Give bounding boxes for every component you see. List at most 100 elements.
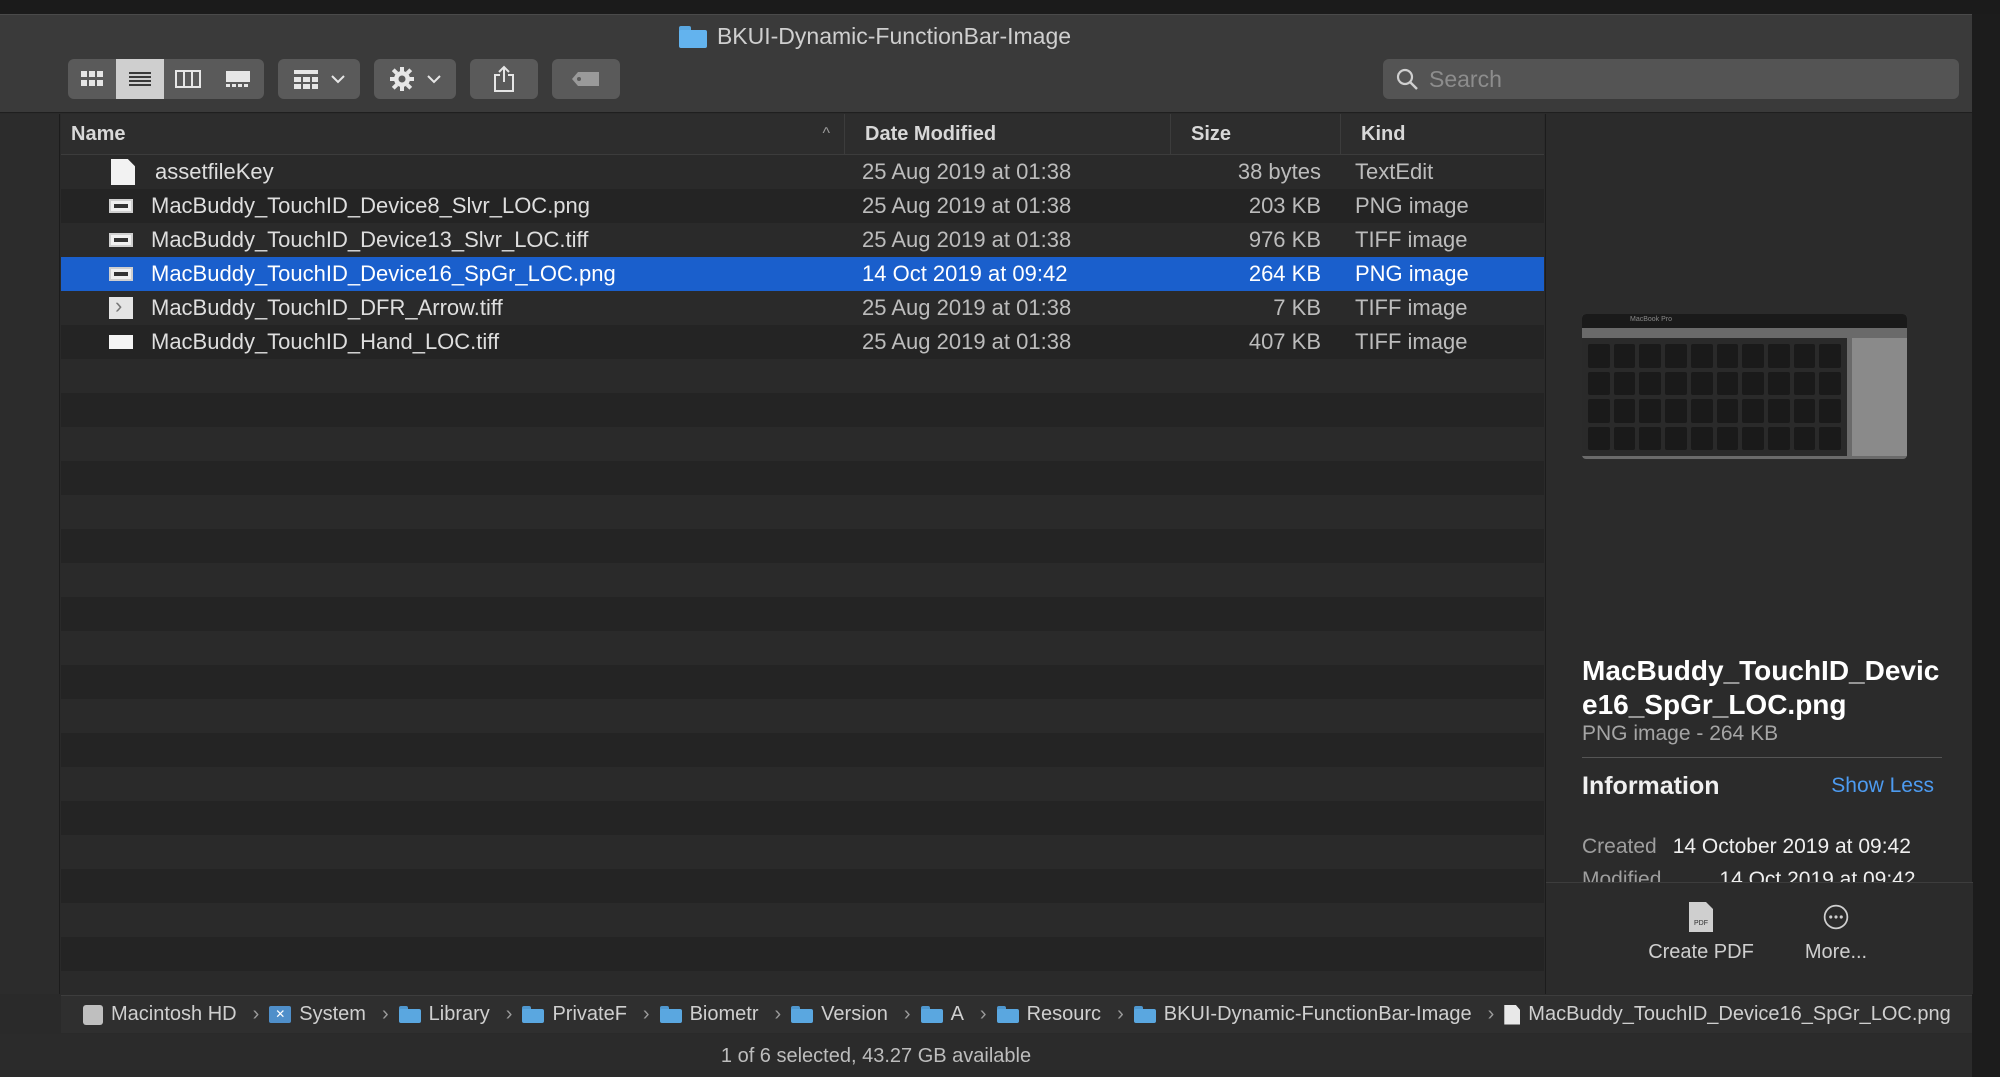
folder-icon <box>791 1006 814 1023</box>
empty-row <box>61 971 1544 994</box>
sort-ascending-icon: ^ <box>822 124 830 142</box>
tag-button[interactable] <box>552 59 620 99</box>
folder-icon <box>659 1006 682 1023</box>
path-item-a[interactable]: A › <box>920 1003 997 1026</box>
preview-pane: MacBook Pro MacBuddy_TouchID_Device16_Sp… <box>1545 114 1973 994</box>
column-header-date-label: Date Modified <box>865 122 997 145</box>
path-label: Resourc <box>1026 1003 1102 1025</box>
path-item-system[interactable]: ✕ System › <box>269 1003 398 1026</box>
divider <box>1582 757 1942 758</box>
file-name: MacBuddy_TouchID_Device13_Slvr_LOC.tiff <box>151 227 589 252</box>
table-row[interactable]: MacBuddy_TouchID_Device13_Slvr_LOC.tiff … <box>61 223 1544 257</box>
table-row[interactable]: MacBuddy_TouchID_Device8_Slvr_LOC.png 25… <box>61 189 1544 223</box>
file-size: 203 KB <box>1248 193 1321 218</box>
system-folder-icon: ✕ <box>269 1006 292 1023</box>
list-view-button[interactable] <box>116 59 164 99</box>
column-header-date[interactable]: Date Modified <box>845 114 1171 155</box>
image-file-icon <box>109 267 133 281</box>
file-rows: assetfileKey 25 Aug 2019 at 01:38 38 byt… <box>61 155 1544 994</box>
path-item-bkui-folder[interactable]: BKUI-Dynamic-FunctionBar-Image › <box>1133 1003 1505 1026</box>
icon-view-button[interactable] <box>68 59 116 99</box>
speaker-grille-image <box>1852 338 1907 456</box>
created-row: Created 14 October 2019 at 09:42 <box>1582 835 1911 859</box>
show-less-link[interactable]: Show Less <box>1831 774 1934 798</box>
window-title[interactable]: BKUI-Dynamic-FunctionBar-Image <box>0 23 1750 50</box>
folder-icon <box>398 1006 421 1023</box>
path-label: Version <box>821 1003 888 1025</box>
path-item-versions[interactable]: Version › <box>791 1003 920 1026</box>
tag-control[interactable] <box>552 59 620 99</box>
column-header-name-label: Name <box>71 122 126 145</box>
group-by-control[interactable] <box>278 59 360 99</box>
file-kind: TIFF image <box>1355 329 1468 354</box>
path-item-macintosh-hd[interactable]: Macintosh HD › <box>83 1003 269 1026</box>
empty-row <box>61 733 1544 767</box>
folder-icon <box>522 1006 545 1023</box>
column-header-size[interactable]: Size <box>1171 114 1341 155</box>
table-row[interactable]: assetfileKey 25 Aug 2019 at 01:38 38 byt… <box>61 155 1544 189</box>
chevron-right-icon: › <box>1487 1003 1495 1025</box>
column-view-icon <box>175 70 201 88</box>
thumbnail-caption: MacBook Pro <box>1582 314 1907 328</box>
file-date: 25 Aug 2019 at 01:38 <box>862 295 1072 320</box>
chevron-right-icon: › <box>979 1003 987 1025</box>
file-name: MacBuddy_TouchID_DFR_Arrow.tiff <box>151 295 503 320</box>
gallery-view-button[interactable] <box>212 59 264 99</box>
share-button[interactable] <box>470 59 538 99</box>
path-item-file[interactable]: MacBuddy_TouchID_Device16_SpGr_LOC.png <box>1504 1003 1951 1026</box>
column-header-kind[interactable]: Kind <box>1341 114 1544 155</box>
preview-filename: MacBuddy_TouchID_Device16_SpGr_LOC.png <box>1582 655 1940 720</box>
search-input[interactable] <box>1429 65 1929 93</box>
information-heading: Information <box>1582 772 1720 800</box>
action-menu-button[interactable] <box>374 59 456 99</box>
share-control[interactable] <box>470 59 538 99</box>
empty-row <box>61 937 1544 971</box>
share-icon <box>494 65 514 92</box>
group-by-icon <box>294 70 318 89</box>
path-item-private-frameworks[interactable]: PrivateF › <box>522 1003 659 1026</box>
file-kind: PNG image <box>1355 193 1469 218</box>
file-name: assetfileKey <box>155 159 274 184</box>
tag-icon <box>572 72 599 86</box>
document-icon <box>111 159 135 185</box>
file-date: 14 Oct 2019 at 09:42 <box>862 261 1068 286</box>
toolbar: BKUI-Dynamic-FunctionBar-Image <box>0 15 1972 113</box>
table-row-selected[interactable]: MacBuddy_TouchID_Device16_SpGr_LOC.png 1… <box>61 257 1544 291</box>
empty-row <box>61 495 1544 529</box>
search-field[interactable] <box>1383 59 1959 99</box>
chevron-right-icon: › <box>642 1003 650 1025</box>
create-pdf-button[interactable]: PDF Create PDF <box>1631 901 1771 964</box>
table-row[interactable]: MacBuddy_TouchID_Hand_LOC.tiff 25 Aug 20… <box>61 325 1544 359</box>
file-date: 25 Aug 2019 at 01:38 <box>862 193 1072 218</box>
chevron-down-icon <box>427 75 441 84</box>
more-icon <box>1823 904 1849 930</box>
more-button[interactable]: More... <box>1766 901 1906 964</box>
column-header-name[interactable]: Name ^ <box>61 114 845 155</box>
keyboard-image <box>1582 338 1847 456</box>
file-kind: TIFF image <box>1355 227 1468 252</box>
file-kind: TIFF image <box>1355 295 1468 320</box>
status-bar: 1 of 6 selected, 43.27 GB available <box>0 1034 1972 1077</box>
path-item-resources[interactable]: Resourc › <box>996 1003 1134 1026</box>
empty-row <box>61 631 1544 665</box>
pdf-icon: PDF <box>1689 902 1713 932</box>
empty-row <box>61 359 1544 393</box>
quick-actions: PDF Create PDF More... <box>1546 882 1973 994</box>
chevron-down-icon <box>331 75 345 84</box>
chevron-right-icon: › <box>381 1003 389 1025</box>
action-menu-control[interactable] <box>374 59 456 99</box>
table-row[interactable]: MacBuddy_TouchID_DFR_Arrow.tiff 25 Aug 2… <box>61 291 1544 325</box>
file-kind: PNG image <box>1355 261 1469 286</box>
group-by-button[interactable] <box>278 59 360 99</box>
image-file-icon <box>109 233 133 247</box>
column-view-button[interactable] <box>164 59 212 99</box>
path-item-library[interactable]: Library › <box>398 1003 523 1026</box>
file-name: MacBuddy_TouchID_Device8_Slvr_LOC.png <box>151 193 591 218</box>
empty-row <box>61 869 1544 903</box>
list-view-icon <box>129 72 151 86</box>
icon-view-icon <box>81 71 103 86</box>
hard-drive-icon <box>83 1004 103 1025</box>
empty-row <box>61 699 1544 733</box>
preview-subtitle: PNG image - 264 KB <box>1582 722 1779 745</box>
path-item-biometric[interactable]: Biometr › <box>659 1003 792 1026</box>
